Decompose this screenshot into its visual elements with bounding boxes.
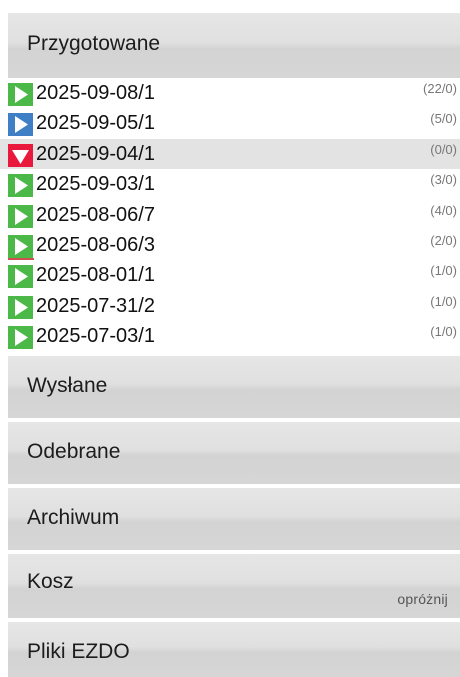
list-item[interactable]: 2025-07-03/1 (1/0) <box>0 321 460 351</box>
play-green-icon <box>8 234 33 258</box>
list-item-count: (1/0) <box>430 263 457 279</box>
section-received-title: Odebrane <box>27 440 121 463</box>
section-trash-title: Kosz <box>27 570 74 593</box>
list-item[interactable]: 2025-08-06/3 (2/0) <box>0 230 460 261</box>
list-item-selected[interactable]: 2025-09-04/1 (0/0) <box>0 138 460 170</box>
list-item-count: (0/0) <box>430 141 457 157</box>
list-item-count: (1/0) <box>430 293 457 309</box>
list-item-name: 2025-09-03/1 <box>36 173 155 196</box>
list-item[interactable]: 2025-07-31/2 (1/0) <box>0 291 460 321</box>
play-green-icon <box>8 83 33 106</box>
section-trash-header[interactable]: Kosz opróżnij <box>8 554 460 618</box>
list-item-count: (2/0) <box>430 232 457 248</box>
list-item[interactable]: 2025-09-03/1 (3/0) <box>0 169 460 199</box>
section-prepared-header[interactable]: Przygotowane <box>8 13 460 78</box>
section-files-header[interactable]: Pliki EZDO <box>8 622 460 677</box>
list-item-name: 2025-08-06/7 <box>36 203 155 226</box>
list-item[interactable]: 2025-09-05/1 (5/0) <box>0 108 460 138</box>
play-green-icon <box>8 174 33 198</box>
section-files-title: Pliki EZDO <box>27 640 130 663</box>
list-item-count: (5/0) <box>430 111 457 127</box>
section-sent-title: Wysłane <box>27 374 108 397</box>
section-archive-header[interactable]: Archiwum <box>8 488 460 550</box>
play-blue-icon <box>8 113 33 137</box>
list-item[interactable]: 2025-08-06/7 (4/0) <box>0 200 460 230</box>
list-item-count: (4/0) <box>430 202 457 218</box>
section-archive-title: Archiwum <box>27 506 120 529</box>
list-item-name: 2025-09-05/1 <box>36 112 155 135</box>
empty-trash-link[interactable]: opróżnij <box>397 591 448 607</box>
section-received-header[interactable]: Odebrane <box>8 422 460 484</box>
list-item[interactable]: 2025-09-08/1 (22/0) <box>0 78 460 108</box>
list-item-count: (3/0) <box>430 172 457 188</box>
list-item-count: (22/0) <box>423 81 457 96</box>
play-green-icon <box>8 295 33 319</box>
list-item-name: 2025-08-01/1 <box>36 264 155 287</box>
list-item-name: 2025-09-08/1 <box>36 82 155 104</box>
list-item-count: (1/0) <box>430 324 457 340</box>
prepared-list: 2025-09-08/1 (22/0) 2025-09-05/1 (5/0) 2… <box>0 78 460 352</box>
section-sent-header[interactable]: Wysłane <box>8 356 460 418</box>
expanded-red-icon <box>8 143 33 167</box>
list-item-name: 2025-09-04/1 <box>36 142 155 165</box>
section-prepared-title: Przygotowane <box>27 32 161 55</box>
play-green-icon <box>8 326 33 350</box>
list-item-name: 2025-08-06/3 <box>36 233 155 256</box>
list-item[interactable]: 2025-08-01/1 (1/0) <box>0 260 460 290</box>
play-green-icon <box>8 265 33 289</box>
play-green-icon <box>8 204 33 228</box>
list-item-name: 2025-07-31/2 <box>36 294 155 317</box>
list-item-name: 2025-07-03/1 <box>36 325 155 348</box>
